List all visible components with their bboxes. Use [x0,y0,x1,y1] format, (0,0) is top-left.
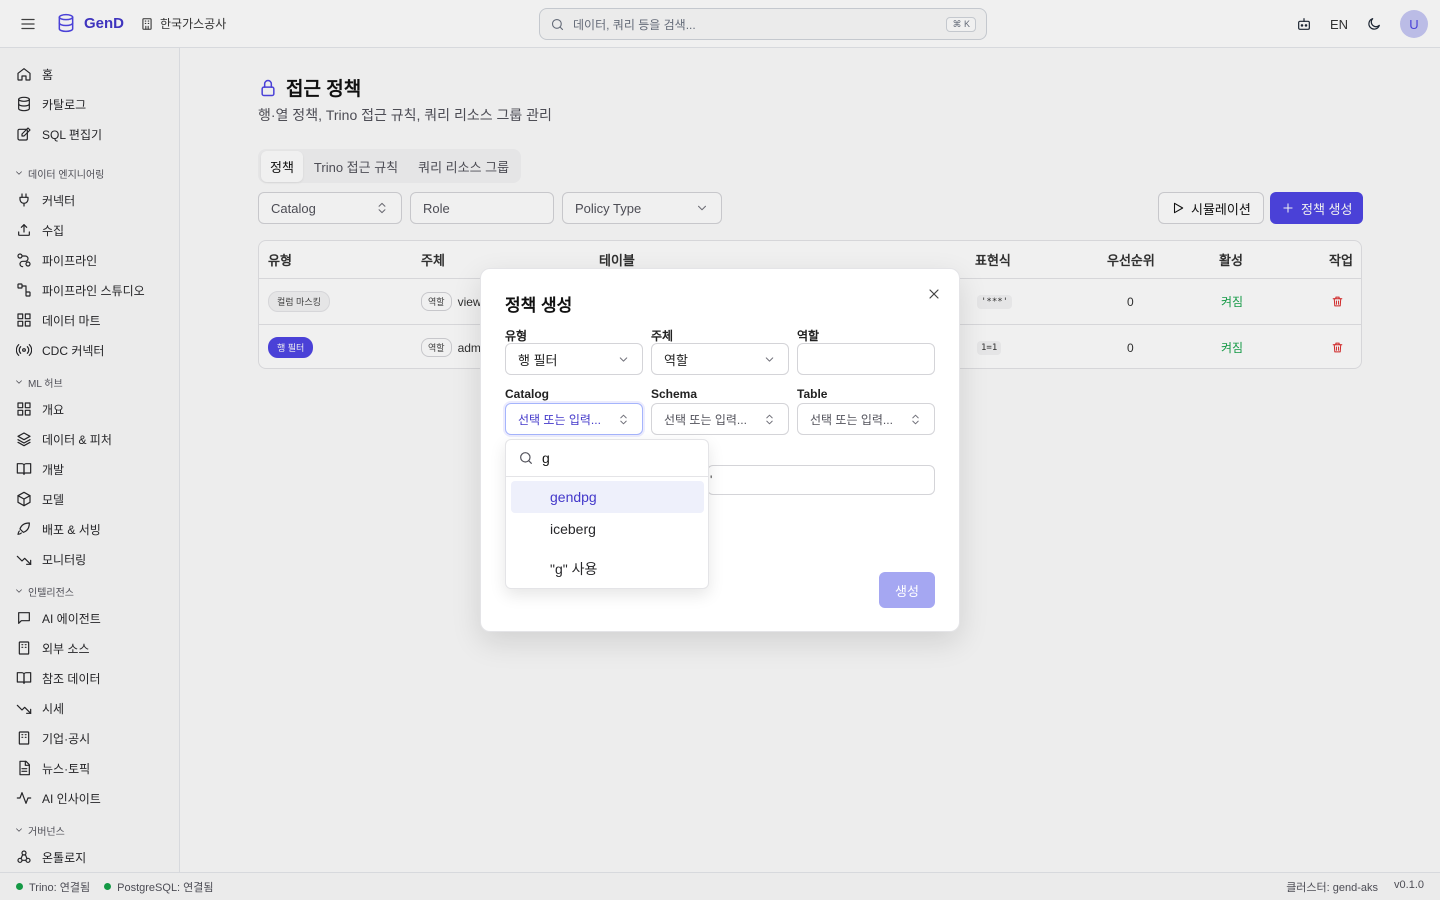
type-select-value: 행 필터 [518,352,558,368]
catalog-use-custom-option[interactable]: "g" 사용 [511,553,704,585]
table-label: Table [797,387,828,401]
subject-select-value: 역할 [664,352,688,368]
catalog-option[interactable]: gendpg [511,481,704,513]
expression-input[interactable]: ' [707,465,935,495]
chevron-up-down-icon [909,413,922,426]
search-icon [518,450,534,466]
dialog-title: 정책 생성 [505,296,573,315]
schema-label: Schema [651,387,698,401]
catalog-search-input[interactable]: g [506,440,708,477]
catalog-label: Catalog [505,387,550,401]
table-combobox[interactable]: 선택 또는 입력... [797,403,935,435]
chevron-down-icon [617,353,630,366]
submit-button[interactable]: 생성 [879,572,935,608]
type-select[interactable]: 행 필터 [505,343,643,375]
schema-combobox[interactable]: 선택 또는 입력... [651,403,789,435]
catalog-search-value: g [542,450,550,466]
expression-input-value: ' [710,473,713,487]
close-icon[interactable] [925,285,943,303]
chevron-down-icon [763,353,776,366]
catalog-option[interactable]: iceberg [511,513,704,545]
schema-combobox-placeholder: 선택 또는 입력... [664,412,747,427]
role-input[interactable] [797,343,935,375]
type-label: 유형 [505,329,528,343]
catalog-combobox[interactable]: 선택 또는 입력... [505,403,643,435]
role-label: 역할 [797,329,820,343]
catalog-combobox-placeholder: 선택 또는 입력... [518,412,601,427]
table-combobox-placeholder: 선택 또는 입력... [810,412,893,427]
subject-select[interactable]: 역할 [651,343,789,375]
chevron-up-down-icon [763,413,776,426]
catalog-options-popover: g gendpg iceberg "g" 사용 [505,439,709,589]
chevron-up-down-icon [617,413,630,426]
subject-label: 주체 [651,329,674,343]
